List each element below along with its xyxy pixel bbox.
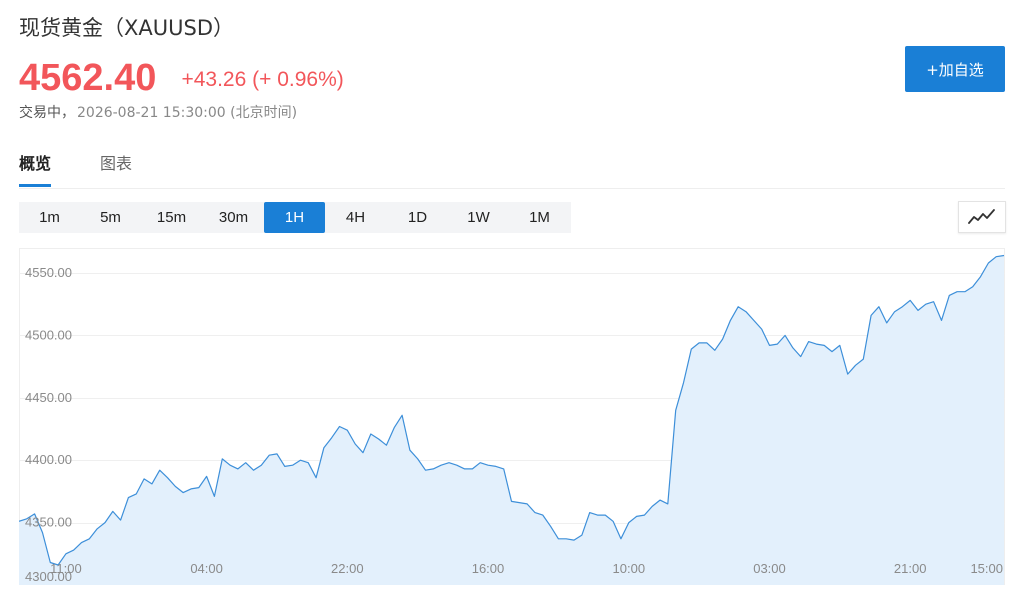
quote-datetime: 2026-08-21 15:30:00 (北京时间) — [77, 105, 298, 121]
page-title: 现货黄金（XAUUSD） — [19, 16, 234, 40]
x-tick-label: 22:00 — [331, 561, 364, 576]
x-tick-label: 16:00 — [472, 561, 505, 576]
period-selector: 1m 5m 15m 30m 1H 4H 1D 1W 1M — [19, 202, 571, 233]
tab-overview[interactable]: 概览 — [19, 148, 52, 187]
price-chart: 4300.00 4350.00 4400.00 4450.00 4500.00 4550.… — [19, 248, 1005, 585]
period-1w[interactable]: 1W — [448, 202, 509, 233]
status-label: 交易中， — [19, 105, 75, 121]
period-5m[interactable]: 5m — [80, 202, 141, 233]
add-to-watchlist-button[interactable]: +加自选 — [905, 46, 1005, 92]
chart-type-button[interactable] — [958, 201, 1006, 233]
period-1d[interactable]: 1D — [387, 202, 448, 233]
tab-bar: 概览 图表 — [19, 148, 1005, 189]
x-tick-label: 04:00 — [190, 561, 223, 576]
y-tick-label: 4550.00 — [25, 265, 72, 280]
period-4h[interactable]: 4H — [325, 202, 386, 233]
x-tick-label: 10:00 — [613, 561, 646, 576]
quote-page: 现货黄金（XAUUSD） 4562.40 +43.26 (+ 0.96%) 交易… — [0, 0, 1024, 599]
period-15m[interactable]: 15m — [141, 202, 202, 233]
x-tick-label: 03:00 — [753, 561, 786, 576]
y-tick-label: 4450.00 — [25, 390, 72, 405]
line-chart-icon — [968, 209, 995, 224]
x-tick-label: 21:00 — [894, 561, 927, 576]
x-tick-label: 11:00 — [50, 561, 82, 576]
y-tick-label: 4350.00 — [25, 515, 72, 530]
y-tick-label: 4500.00 — [25, 327, 72, 342]
tab-chart[interactable]: 图表 — [100, 148, 132, 186]
period-30m[interactable]: 30m — [203, 202, 264, 233]
current-price: 4562.40 — [19, 57, 157, 99]
y-tick-label: 4400.00 — [25, 452, 72, 467]
period-1h[interactable]: 1H — [264, 202, 325, 233]
trading-status: 交易中， 2026-08-21 15:30:00 (北京时间) — [19, 103, 297, 123]
period-1mo[interactable]: 1M — [509, 202, 570, 233]
price-change: +43.26 (+ 0.96%) — [181, 68, 344, 91]
price-chart-svg: 4300.004350.004400.004450.004500.004550.… — [19, 248, 1005, 585]
period-1m[interactable]: 1m — [19, 202, 80, 233]
x-tick-label: 15:00 — [970, 561, 1003, 576]
price-row: 4562.40 +43.26 (+ 0.96%) — [19, 56, 344, 100]
